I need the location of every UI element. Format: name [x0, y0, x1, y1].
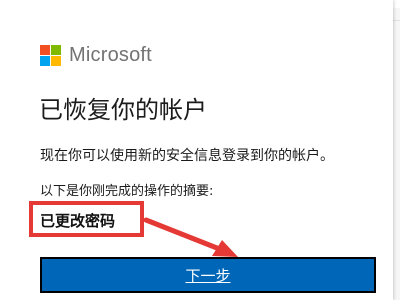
logo-yellow-square — [51, 56, 61, 66]
summary-item-password-changed: 已更改密码 — [40, 212, 116, 230]
logo-green-square — [51, 45, 61, 55]
logo-wordmark: Microsoft — [69, 44, 152, 66]
next-button[interactable]: 下一步 — [40, 257, 376, 293]
summary-label: 以下是你刚完成的操作的摘要: — [40, 184, 214, 199]
logo-red-square — [40, 45, 50, 55]
page-title: 已恢复你的帐户 — [39, 96, 207, 124]
account-recovered-dialog: Microsoft 已恢复你的帐户 现在你可以使用新的安全信息登录到你的帐户。 … — [0, 0, 393, 300]
description-text: 现在你可以使用新的安全信息登录到你的帐户。 — [40, 148, 334, 164]
microsoft-logo-icon — [40, 45, 61, 66]
microsoft-logo: Microsoft — [40, 44, 152, 67]
next-button-label: 下一步 — [185, 266, 231, 285]
logo-blue-square — [40, 56, 50, 66]
screen: Microsoft 已恢复你的帐户 现在你可以使用新的安全信息登录到你的帐户。 … — [0, 0, 400, 300]
